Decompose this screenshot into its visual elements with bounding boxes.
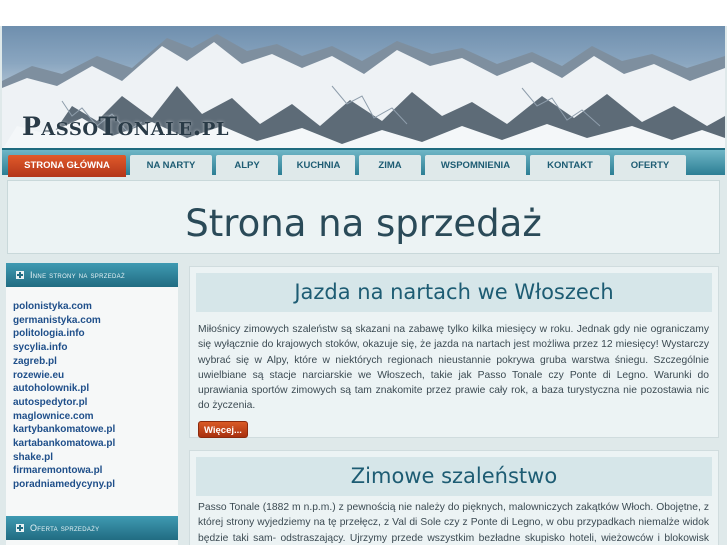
sidebar-section-header: Inne strony na sprzedaż [6,263,178,287]
sidebar-section-title: Inne strony na sprzedaż [30,270,125,280]
top-strip [0,0,727,26]
sidebar-link-maglownice[interactable]: maglownice.com [13,410,178,424]
sidebar-link-polonistyka[interactable]: polonistyka.com [13,300,178,314]
article-body: Miłośnicy zimowych szaleństw są skazani … [198,324,709,412]
sidebar-link-autospedytor[interactable]: autospedytor.pl [13,396,178,410]
sidebar-link-autoholownik[interactable]: autoholownik.pl [13,382,178,396]
site-logo-title[interactable]: PassoTonale.pl [22,112,229,141]
nav-item-kuchnia[interactable]: Kuchnia [282,155,355,177]
nav-item-alpy[interactable]: Alpy [216,155,278,177]
sale-banner: Strona na sprzedaż [7,180,720,254]
nav-item-wspomnienia[interactable]: Wspomnienia [425,155,526,177]
article-card: Zimowe szaleństwo Passo Tonale (1882 m n… [189,450,719,545]
banner-title: Strona na sprzedaż [185,202,542,245]
sidebar-link-rozewie[interactable]: rozewie.eu [13,369,178,383]
sidebar-link-politologia[interactable]: politologia.info [13,327,178,341]
plus-box-icon [16,524,24,532]
article-title[interactable]: Jazda na nartach we Włoszech [196,273,712,312]
sidebar-link-firmaremontowa[interactable]: firmaremontowa.pl [13,464,178,478]
sidebar-links-list: polonistyka.com germanistyka.com politol… [6,287,178,502]
sidebar-link-zagreb[interactable]: zagreb.pl [13,355,178,369]
site-header: PassoTonale.pl [2,26,725,150]
sidebar-link-kartybankomatowe[interactable]: kartybankomatowe.pl [13,423,178,437]
article-title[interactable]: Zimowe szaleństwo [196,457,712,496]
sidebar-link-germanistyka[interactable]: germanistyka.com [13,314,178,328]
sidebar: Inne strony na sprzedaż polonistyka.com … [6,263,178,545]
nav-item-na-narty[interactable]: Na narty [130,155,212,177]
sidebar-link-shake[interactable]: shake.pl [13,451,178,465]
plus-box-icon [16,271,24,279]
sidebar-section-header: Oferta sprzedaży [6,516,178,540]
nav-item-oferty[interactable]: Oferty [614,155,686,177]
main-content: Jazda na nartach we Włoszech Miłośnicy z… [189,266,719,545]
sidebar-section-title: Oferta sprzedaży [30,523,100,533]
nav-item-strona-glowna[interactable]: Strona główna [8,155,126,177]
article-body: Passo Tonale (1882 m n.p.m.) z pewnością… [198,502,709,544]
sidebar-link-kartabankomatowa[interactable]: kartabankomatowa.pl [13,437,178,451]
read-more-button[interactable]: Więcej... [198,420,248,438]
nav-item-kontakt[interactable]: Kontakt [530,155,610,177]
sidebar-link-sycylia[interactable]: sycylia.info [13,341,178,355]
article-card: Jazda na nartach we Włoszech Miłośnicy z… [189,266,719,438]
nav-item-zima[interactable]: Zima [359,155,421,177]
sidebar-link-poradniamedycyny[interactable]: poradniamedycyny.pl [13,478,178,492]
main-navigation: Strona główna Na narty Alpy Kuchnia Zima… [2,148,725,177]
